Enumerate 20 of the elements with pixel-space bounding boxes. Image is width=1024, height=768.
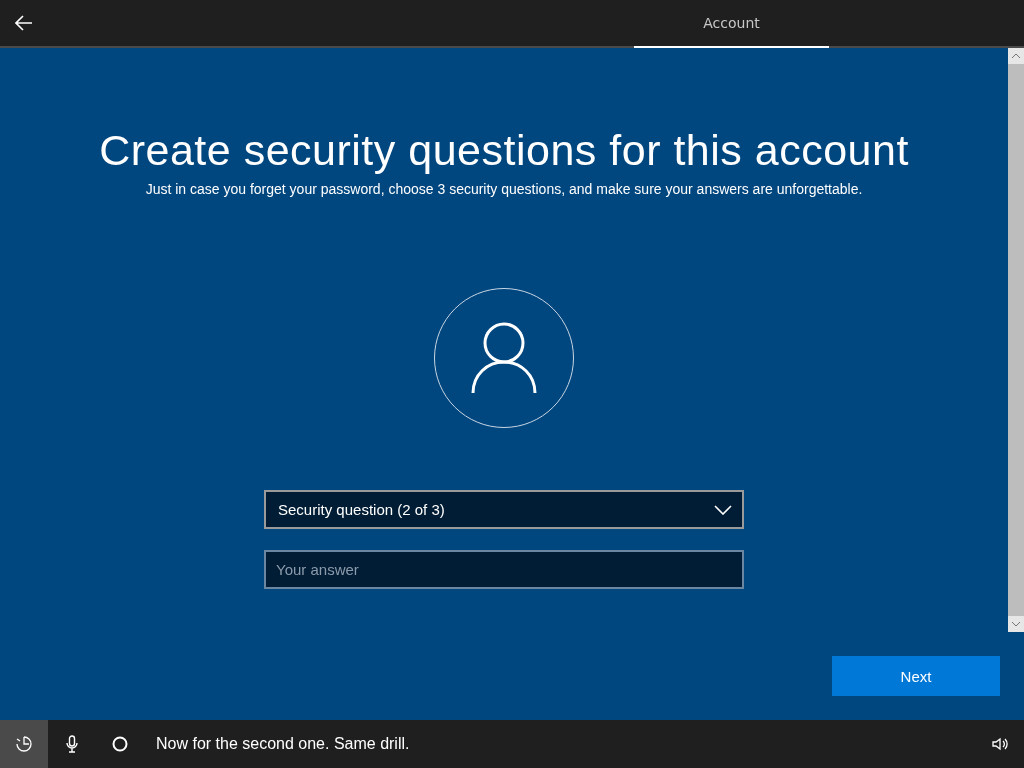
person-icon: [471, 322, 537, 394]
security-question-dropdown[interactable]: Security question (2 of 3): [264, 490, 744, 529]
tab[interactable]: Account: [634, 0, 829, 48]
scroll-up-button[interactable]: [1008, 48, 1024, 64]
answer-field[interactable]: Your answer: [264, 550, 744, 589]
next-button[interactable]: Next: [832, 656, 1000, 696]
chevron-down-icon: [1011, 621, 1021, 627]
page-subtitle: Just in case you forget your password, choose 3 security questions, and make sure your answers are unforgettable.: [145, 181, 863, 197]
page-title: Create security questions for this account: [99, 126, 909, 175]
chevron-up-icon: [1011, 53, 1021, 59]
speaker-icon: [992, 737, 1008, 751]
ease-of-access-icon: [15, 735, 33, 753]
scrollbar[interactable]: [1008, 48, 1024, 632]
status-message: Now for the second one. Same drill.: [156, 735, 410, 753]
ease-of-access-button[interactable]: [0, 720, 48, 768]
back-arrow-icon: [15, 15, 33, 31]
chevron-down-icon: [714, 504, 732, 515]
scroll-down-button[interactable]: [1008, 616, 1024, 632]
circle-icon: [112, 736, 128, 752]
microphone-icon: [66, 735, 78, 753]
